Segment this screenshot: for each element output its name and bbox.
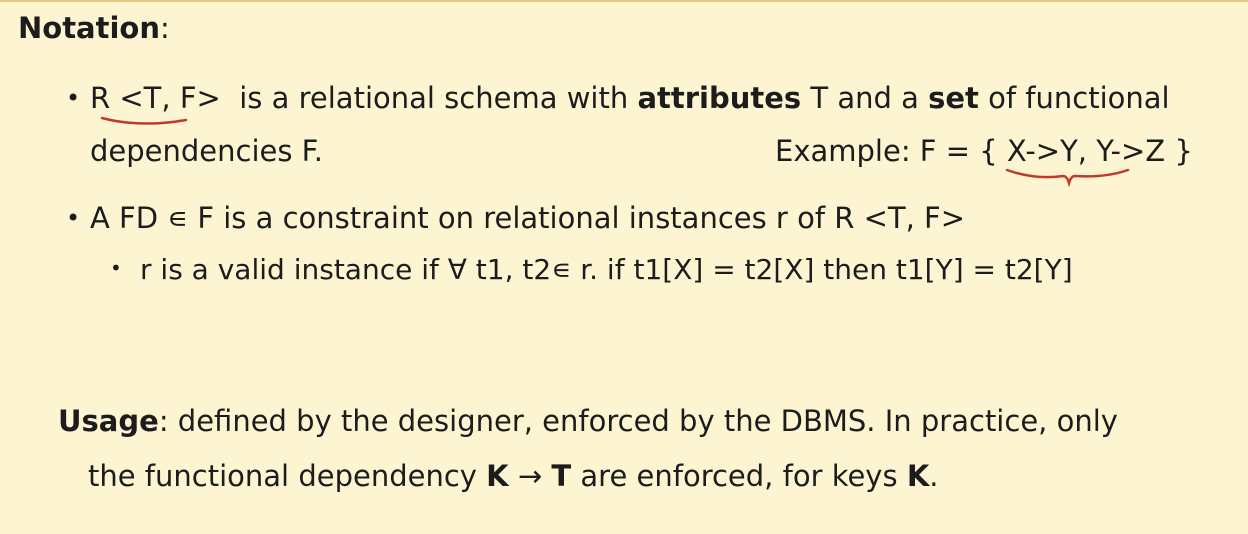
example-underline-annotation (1005, 168, 1130, 188)
arrow-symbol: → (508, 459, 552, 493)
example-label: Example: F = { (775, 134, 1007, 168)
usage-line-1: Usage: defined by the designer, enforced… (58, 403, 1118, 439)
schema-notation: R <T, F> (90, 81, 221, 115)
usage-colon: : (158, 404, 169, 438)
notation-colon: : (160, 11, 170, 45)
attributes-t: T (551, 459, 572, 493)
keys-k: K (906, 459, 930, 493)
bullet-1-line-1: R <T, F> is a relational schema with att… (90, 80, 1170, 116)
example-close: } (1165, 134, 1193, 168)
notation-heading-text: Notation (18, 11, 160, 45)
usage-text-a: defined by the designer, enforced by the… (168, 404, 1118, 438)
bullet-1-text-a: is a relational schema with (239, 81, 638, 115)
bullet-1-line-2-text: dependencies F. (90, 134, 323, 168)
bullet-1-marker: • (66, 84, 81, 112)
attributes-term: attributes (637, 81, 802, 115)
usage-period: . (929, 459, 939, 493)
top-border (0, 0, 1248, 2)
notation-heading: Notation: (18, 10, 170, 46)
subbullet-marker: • (110, 256, 122, 280)
usage-line-2-a: the functional dependency (88, 459, 487, 493)
bullet-2-text: A FD ∊ F is a constraint on relational i… (90, 201, 966, 235)
example-fds: X->Y, Y->Z (1006, 134, 1166, 168)
schema-underline-annotation (100, 116, 188, 125)
subbullet-text: r is a valid instance if ∀ t1, t2∊ r. if… (140, 253, 1073, 286)
bullet-2-line: A FD ∊ F is a constraint on relational i… (90, 200, 965, 236)
bullet-1-text-c: of functional (978, 81, 1170, 115)
usage-line-2: the functional dependency K → T are enfo… (88, 458, 939, 494)
bullet-1-line-2: dependencies F. (90, 133, 323, 169)
bullet-1-text-b: T and a (801, 81, 929, 115)
set-term: set (928, 81, 979, 115)
usage-heading: Usage (58, 404, 159, 438)
key-k: K (486, 459, 509, 493)
subbullet-line: r is a valid instance if ∀ t1, t2∊ r. if… (140, 252, 1073, 288)
example-line: Example: F = { X->Y, Y->Z } (775, 133, 1193, 169)
usage-line-2-b: are enforced, for keys (571, 459, 907, 493)
bullet-2-marker: • (66, 204, 81, 232)
